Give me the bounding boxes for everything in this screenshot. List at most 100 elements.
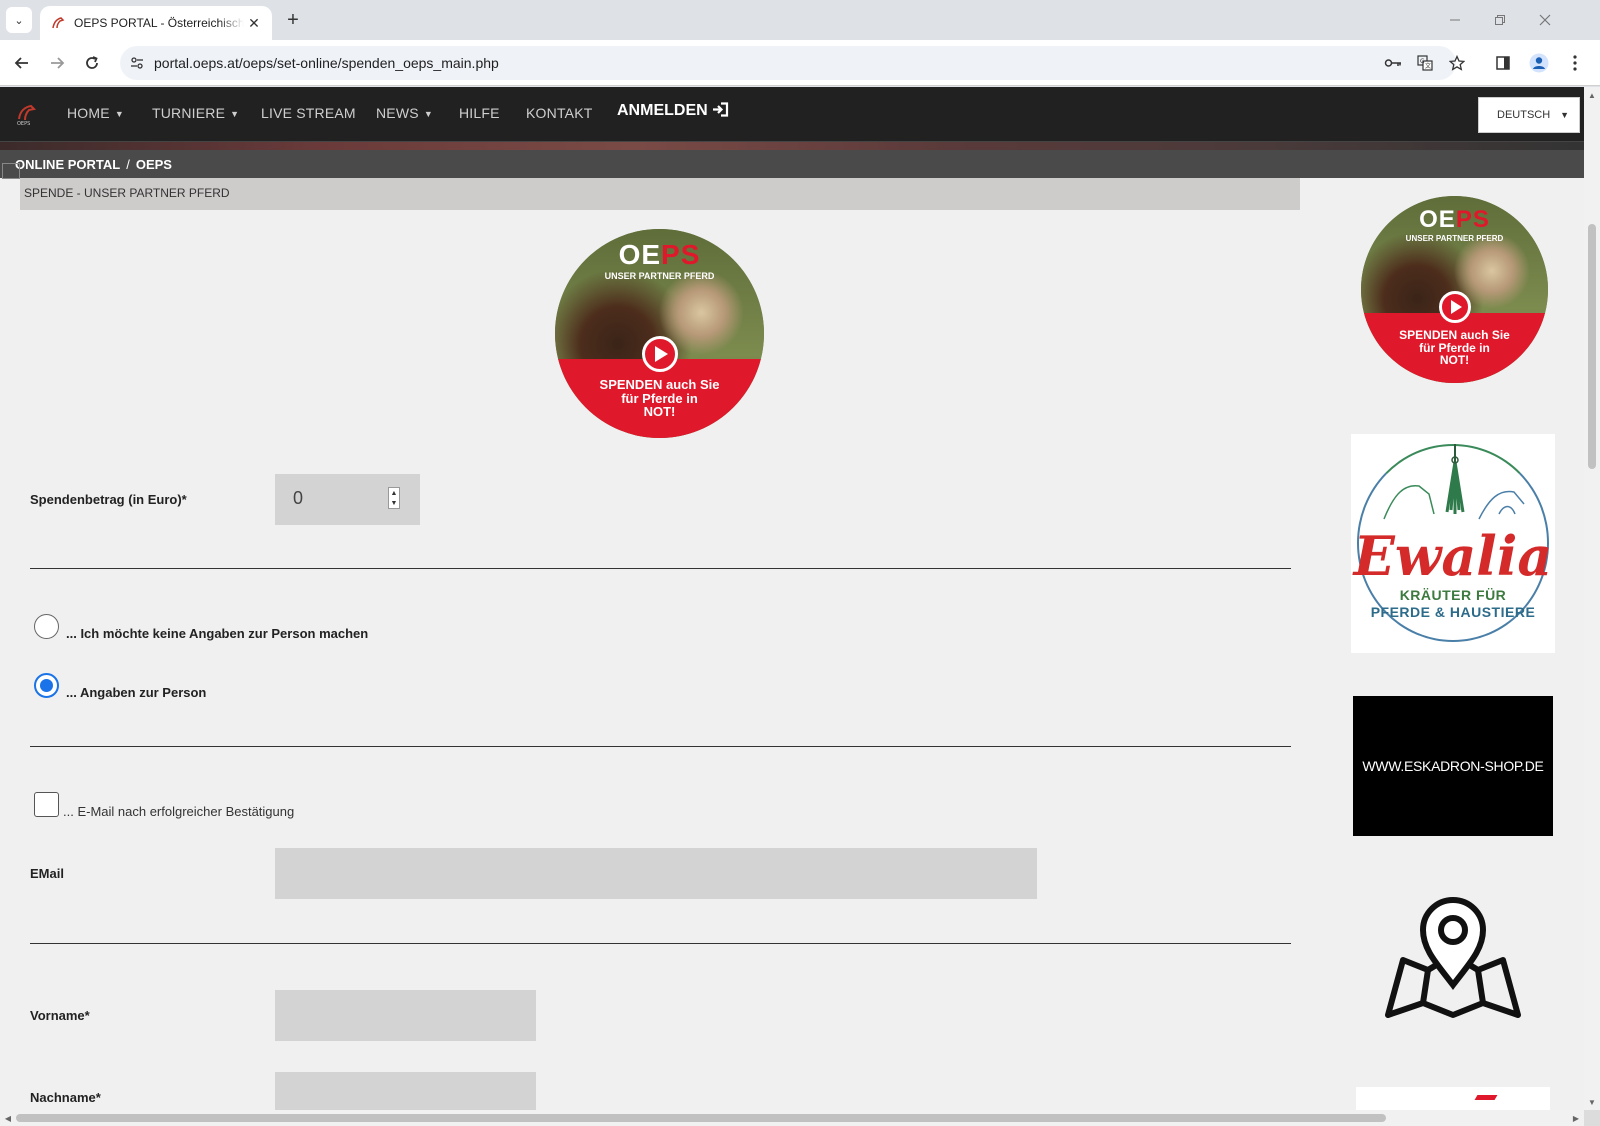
caret-down-icon: ▼ [114,109,124,120]
donation-banner[interactable]: OEPS UNSER PARTNER PFERD SPENDEN auch Si… [555,229,764,438]
nav-kontakt[interactable]: KONTAKT [526,105,592,121]
evalia-ad[interactable]: Ewalia KRÄUTER FÜR PFERDE & HAUSTIERE [1351,434,1555,653]
side-panel-icon[interactable] [1490,50,1516,76]
sidebar-brand-oe: OE [1419,206,1456,233]
radio-anonymous-label[interactable]: ... Ich möchte keine Angaben zur Person … [66,626,368,641]
play-icon[interactable] [642,336,678,372]
vertical-scroll-thumb[interactable] [1588,224,1596,469]
new-tab-icon[interactable]: + [282,9,304,31]
login-button[interactable]: ANMELDEN [617,102,729,120]
bookmark-star-icon[interactable] [1444,50,1470,76]
caret-down-icon: ▼ [230,109,240,120]
horizontal-scroll-thumb[interactable] [16,1114,1386,1122]
scroll-up-icon[interactable]: ▲ [1584,87,1600,103]
banner-text: SPENDEN auch Sie für Pferde in NOT! [555,378,764,419]
nav-kontakt-label: KONTAKT [526,105,593,121]
breadcrumb-current[interactable]: OEPS [136,157,172,172]
sponsor-mark [1474,1095,1498,1100]
sidebar-banner-text: SPENDEN auch Sie für Pferde in NOT! [1361,329,1548,367]
map-pin-icon[interactable] [1383,885,1523,1025]
sidebar-play-icon[interactable] [1439,291,1471,323]
dropdown-caret-icon: ▼ [1560,110,1569,120]
tab-menu-icon[interactable]: ⌄ [6,7,32,33]
email-confirm-label[interactable]: ... E-Mail nach erfolgreicher Bestätigun… [63,804,294,819]
menu-dots-icon[interactable] [1562,50,1588,76]
evalia-line1: KRÄUTER FÜR [1399,587,1507,603]
url-text: portal.oeps.at/oeps/set-online/spenden_o… [154,55,499,71]
sidebar-banner-line3: NOT! [1439,353,1470,368]
divider [30,568,1291,569]
scroll-left-icon[interactable]: ◀ [0,1110,16,1126]
next-sponsor-ad[interactable] [1356,1087,1550,1110]
amount-label: Spendenbetrag (in Euro)* [30,492,187,507]
profile-icon[interactable] [1526,50,1552,76]
horse-outline-icon [1383,485,1525,520]
nav-home[interactable]: HOME ▼ [67,105,124,121]
nav-turniere[interactable]: TURNIERE ▼ [152,105,239,121]
favicon-horse-icon [50,15,66,31]
sign-in-icon [713,102,729,117]
site-settings-icon[interactable] [124,50,150,76]
amount-stepper[interactable]: ▲ ▼ [388,487,400,509]
section-title: SPENDE - UNSER PARTNER PFERD [20,178,1300,210]
amount-value: 0 [293,488,304,508]
breadcrumb-separator: / [126,156,130,172]
minimize-icon[interactable] [1443,8,1467,32]
email-confirm-checkbox[interactable] [34,792,59,817]
lastname-label: Nachname* [30,1090,101,1105]
svg-text:OEPS: OEPS [17,121,30,127]
scrollbar-corner [1584,1110,1600,1126]
banner-subtitle: UNSER PARTNER PFERD [604,271,715,281]
language-select[interactable]: DEUTSCH ▼ [1478,97,1580,133]
scroll-down-icon[interactable]: ▼ [1584,1094,1600,1110]
sidebar-donation-banner[interactable]: OEPS UNSER PARTNER PFERD SPENDEN auch Si… [1361,196,1548,383]
nav-news-label: NEWS [376,105,419,121]
hidden-toggle-box[interactable] [2,163,20,179]
breadcrumb: ONLINE PORTAL / OEPS [0,150,1584,178]
forward-icon[interactable] [44,50,70,76]
radio-anonymous[interactable] [34,614,59,639]
site-navbar: OEPS HOME ▼ TURNIERE ▼ LIVE STREAM NEWS ▼ H… [0,87,1584,142]
sidebar-brand-ps: PS [1455,206,1490,233]
nav-live-stream-label: LIVE STREAM [261,105,356,121]
restore-icon[interactable] [1488,8,1512,32]
eskadron-ad[interactable]: WWW.ESKADRON-SHOP.DE [1353,696,1553,836]
nav-live-stream[interactable]: LIVE STREAM [261,105,356,121]
eskadron-text: WWW.ESKADRON-SHOP.DE [1362,758,1544,774]
nav-hilfe[interactable]: HILFE [459,105,500,121]
breadcrumb-root[interactable]: ONLINE PORTAL [15,157,120,172]
divider [30,943,1291,944]
tab-strip: ⌄ OEPS PORTAL - Österreichische ✕ + [0,0,1600,40]
email-field[interactable] [275,848,1037,899]
banner-brand-ps: PS [661,239,701,270]
reload-icon[interactable] [79,50,105,76]
banner-brand: OEPS [555,239,764,271]
translate-icon[interactable]: G文 [1412,50,1438,76]
scroll-right-icon[interactable]: ▶ [1568,1110,1584,1126]
sidebar-banner-line1: SPENDEN auch Sie [1399,328,1510,342]
nav-news[interactable]: NEWS ▼ [376,105,433,121]
password-key-icon[interactable] [1380,50,1406,76]
banner-line1: SPENDEN auch Sie [599,377,720,392]
sidebar-banner-subtitle: UNSER PARTNER PFERD [1405,234,1504,243]
vertical-scrollbar[interactable]: ▲ ▼ [1584,87,1600,1110]
radio-person[interactable] [34,673,59,698]
radio-person-label[interactable]: ... Angaben zur Person [66,685,206,700]
email-label: EMail [30,866,64,881]
close-tab-icon[interactable]: ✕ [244,13,264,33]
amount-input[interactable]: 0 ▲ ▼ [275,474,420,525]
svg-text:文: 文 [1425,62,1431,70]
evalia-wordmark: Ewalia [1353,524,1553,588]
caret-down-icon: ▼ [423,109,433,120]
firstname-field[interactable] [275,990,536,1041]
banner-brand-oe: OE [618,239,662,270]
lastname-field[interactable] [275,1072,536,1110]
address-bar[interactable]: portal.oeps.at/oeps/set-online/spenden_o… [120,46,1465,80]
divider [30,746,1291,747]
back-icon[interactable] [9,50,35,76]
browser-tab[interactable]: OEPS PORTAL - Österreichische ✕ [40,6,272,40]
close-window-icon[interactable] [1533,8,1557,32]
sidebar-banner-brand: OEPS [1361,206,1548,234]
site-logo[interactable]: OEPS [14,101,38,127]
horizontal-scrollbar[interactable]: ◀ ▶ [0,1110,1584,1126]
